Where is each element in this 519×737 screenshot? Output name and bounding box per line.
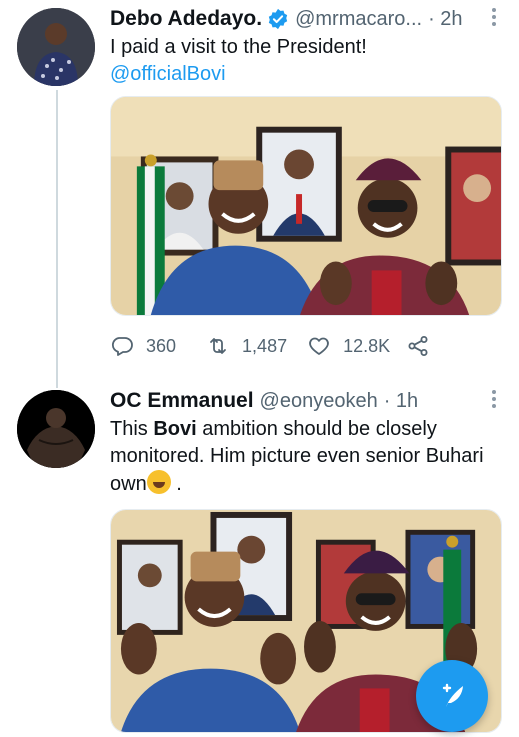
laughing-emoji-icon xyxy=(146,470,171,494)
share-icon xyxy=(408,336,428,356)
avatar[interactable] xyxy=(17,8,95,86)
tweet-actions: 360 1,487 12.8K xyxy=(110,332,446,360)
retweet-icon xyxy=(210,338,226,354)
tweet-header: OC Emmanuel @eonyeokeh · 1h xyxy=(110,386,499,416)
more-options-icon[interactable] xyxy=(491,8,497,30)
tweet-header: Debo Adedayo. @mrmacaro... · 2h xyxy=(110,4,499,34)
user-handle[interactable]: @mrmacaro... xyxy=(295,8,422,31)
user-handle[interactable]: @eonyeokeh xyxy=(260,390,378,413)
tweet-text: This Bovi ambition should be closely mon… xyxy=(110,416,499,498)
tweet-text-bold: Bovi xyxy=(153,418,197,440)
display-name[interactable]: OC Emmanuel xyxy=(110,389,254,413)
share-button[interactable] xyxy=(406,334,430,358)
display-name[interactable]: Debo Adedayo. xyxy=(110,7,262,31)
like-icon xyxy=(309,337,329,355)
tweet-photo[interactable] xyxy=(110,96,502,316)
tweet-text-segment: This xyxy=(110,418,154,440)
compose-tweet-button[interactable] xyxy=(416,660,488,732)
tweet-text: I paid a visit to the President! @offici… xyxy=(110,34,499,88)
tweet-text-line: I paid a visit to the President! xyxy=(110,36,367,58)
timestamp[interactable]: · 1h xyxy=(384,390,418,413)
avatar[interactable] xyxy=(17,390,95,468)
tweet-debo[interactable]: Debo Adedayo. @mrmacaro... · 2h I paid a… xyxy=(0,0,519,380)
like-count: 12.8K xyxy=(343,335,391,356)
feather-plus-icon xyxy=(442,683,463,707)
verified-badge-icon xyxy=(267,8,289,30)
timestamp[interactable]: · 2h xyxy=(428,8,462,31)
reply-icon xyxy=(111,337,133,356)
reply-button[interactable]: 360 xyxy=(110,334,176,358)
tweet-text-segment: . xyxy=(176,473,182,495)
retweet-button[interactable]: 1,487 xyxy=(206,334,287,358)
more-options-icon[interactable] xyxy=(491,390,497,412)
like-button[interactable]: 12.8K xyxy=(307,334,390,358)
mention-link[interactable]: @officialBovi xyxy=(110,61,499,88)
retweet-count: 1,487 xyxy=(242,335,288,356)
reply-count: 360 xyxy=(146,335,177,356)
